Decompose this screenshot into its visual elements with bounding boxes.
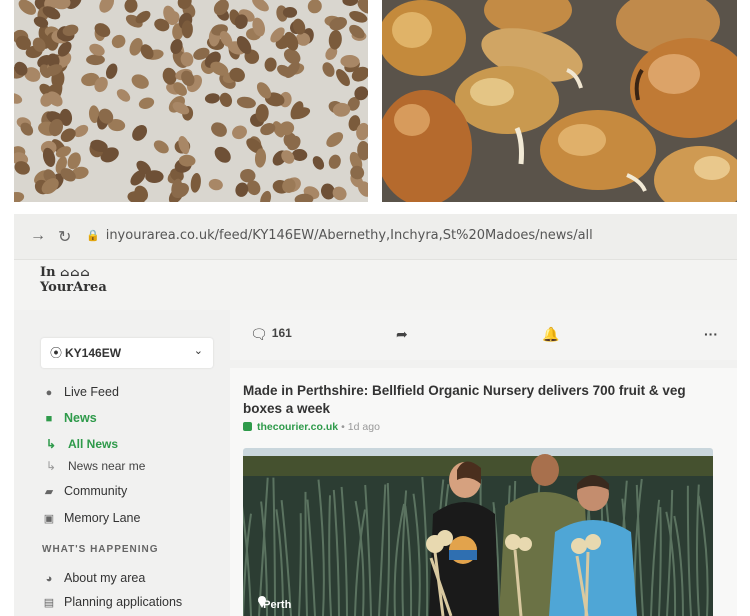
news-icon: ■ (45, 413, 53, 425)
comment-icon: 🗨 (250, 326, 268, 342)
url-text: inyourarea.co.uk/feed/KY146EW/Abernethy,… (105, 228, 593, 243)
url-field[interactable]: 🔒 inyourarea.co.uk/feed/KY146EW/Abernethy… (86, 228, 593, 243)
sidebar-item-news[interactable]: ■ News (42, 411, 97, 425)
comment-count: 161 (271, 326, 292, 340)
site-logo[interactable]: In ⌂⌂⌂ YourArea (40, 265, 107, 295)
location-selector[interactable]: ⦿ KY146EW ⌄ (41, 338, 213, 368)
article-source: thecourier.co.uk • 1d ago (243, 421, 380, 433)
article[interactable]: Made in Perthshire: Bellfield Organic Nu… (230, 368, 737, 616)
more-button[interactable]: ··· (704, 326, 718, 342)
sidebar-item-label: Memory Lane (64, 511, 141, 525)
image-location-text: Perth (263, 599, 292, 611)
sub-arrow-icon: ↳ (46, 459, 57, 473)
sidebar-item-memory-lane[interactable]: ▣ Memory Lane (42, 511, 141, 525)
sidebar-item-label: News (64, 411, 97, 425)
image-location-label: Perth (254, 599, 291, 611)
pie-chart-icon: ◕ (45, 573, 53, 585)
more-icon: ··· (704, 326, 718, 342)
camera-icon: ▣ (43, 513, 55, 525)
sub-arrow-icon: ↳ (46, 437, 57, 451)
sidebar-item-label: News near me (68, 459, 146, 473)
card-action-bar: 🗨 161 ➦ 🔔 ··· (230, 310, 737, 360)
source-name[interactable]: thecourier.co.uk (257, 421, 338, 433)
planning-icon: ▤ (43, 597, 55, 609)
site-header: In ⌂⌂⌂ YourArea (14, 260, 737, 310)
sidebar: ⦿ KY146EW ⌄ ● Live Feed ■ News ↳ All News ↳… (14, 310, 228, 616)
lock-icon: 🔒 (86, 229, 100, 242)
reload-icon[interactable]: ↻ (58, 227, 71, 247)
location-pin-icon: ⦿ (50, 346, 63, 360)
bell-icon: 🔔 (542, 326, 560, 342)
sidebar-item-label: Community (64, 484, 128, 498)
dried-beans-photo (14, 0, 368, 202)
news-card: 🗨 161 ➦ 🔔 ··· Made in Perthshire: Bellfie… (230, 310, 737, 616)
browser-screen: → ↻ 🔒 inyourarea.co.uk/feed/KY146EW/Abern… (14, 214, 737, 616)
sidebar-item-community[interactable]: ▰ Community (42, 484, 127, 498)
chevron-down-icon: ⌄ (193, 345, 203, 357)
houses-icon: ⌂⌂⌂ (60, 266, 91, 279)
live-feed-icon: ● (45, 387, 53, 399)
chat-icon: ▰ (44, 486, 54, 498)
sprouting-beans-photo (382, 0, 737, 202)
sidebar-item-planning-applications[interactable]: ▤ Planning applications (42, 595, 182, 609)
sidebar-item-label: All News (68, 437, 119, 451)
share-button[interactable]: ➦ (396, 326, 408, 343)
notify-button[interactable]: 🔔 (542, 326, 559, 343)
sidebar-item-label: Live Feed (64, 385, 119, 399)
sidebar-item-label: Planning applications (64, 595, 183, 609)
time-ago: 1d ago (347, 421, 380, 433)
location-text: KY146EW (65, 346, 122, 360)
sidebar-item-about-my-area[interactable]: ◕ About my area (42, 571, 146, 585)
logo-line2: YourArea (40, 280, 107, 295)
forward-icon[interactable]: → (30, 227, 46, 245)
sidebar-item-news-near-me[interactable]: ↳ News near me (46, 459, 145, 473)
separator: • (341, 421, 345, 433)
sidebar-item-live-feed[interactable]: ● Live Feed (42, 385, 119, 399)
section-title: WHAT'S HAPPENING (42, 544, 159, 555)
comment-button[interactable]: 🗨 161 (250, 326, 292, 343)
sidebar-item-all-news[interactable]: ↳ All News (46, 437, 118, 451)
logo-line1: In (40, 265, 56, 280)
share-icon: ➦ (396, 326, 408, 342)
address-bar: → ↻ 🔒 inyourarea.co.uk/feed/KY146EW/Abern… (14, 214, 737, 260)
sidebar-item-label: About my area (64, 571, 146, 585)
source-icon (243, 422, 252, 431)
article-headline[interactable]: Made in Perthshire: Bellfield Organic Nu… (243, 382, 723, 418)
article-image[interactable]: Perth (243, 448, 713, 616)
